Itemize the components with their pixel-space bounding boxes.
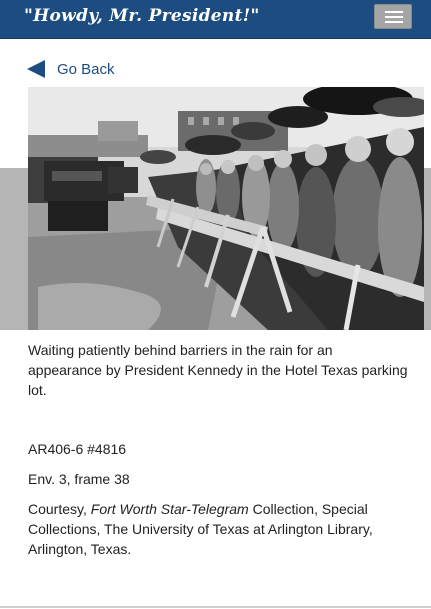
top-navbar: "Howdy, Mr. President!" xyxy=(0,0,431,39)
hamburger-icon-bar xyxy=(385,21,403,23)
archival-photo xyxy=(28,87,424,330)
hamburger-icon xyxy=(385,11,403,13)
triangle-left-icon xyxy=(27,60,45,78)
hamburger-icon-bar xyxy=(385,16,403,18)
credit-prefix: Courtesy, xyxy=(28,501,91,517)
credit-line: Courtesy, Fort Worth Star-Telegram Colle… xyxy=(28,499,403,559)
bottom-divider xyxy=(0,606,431,608)
go-back-label: Go Back xyxy=(57,60,115,78)
go-back-link[interactable]: Go Back xyxy=(27,58,115,80)
site-title[interactable]: "Howdy, Mr. President!" xyxy=(24,6,260,26)
credit-collection: Fort Worth Star-Telegram xyxy=(90,501,249,517)
call-number: AR406-6 #4816 xyxy=(28,441,127,457)
menu-toggle-button[interactable] xyxy=(374,4,412,29)
photo-caption: Waiting patiently behind barriers in the… xyxy=(28,342,408,398)
photo-illustration xyxy=(28,87,424,330)
frame-reference: Env. 3, frame 38 xyxy=(28,471,130,487)
